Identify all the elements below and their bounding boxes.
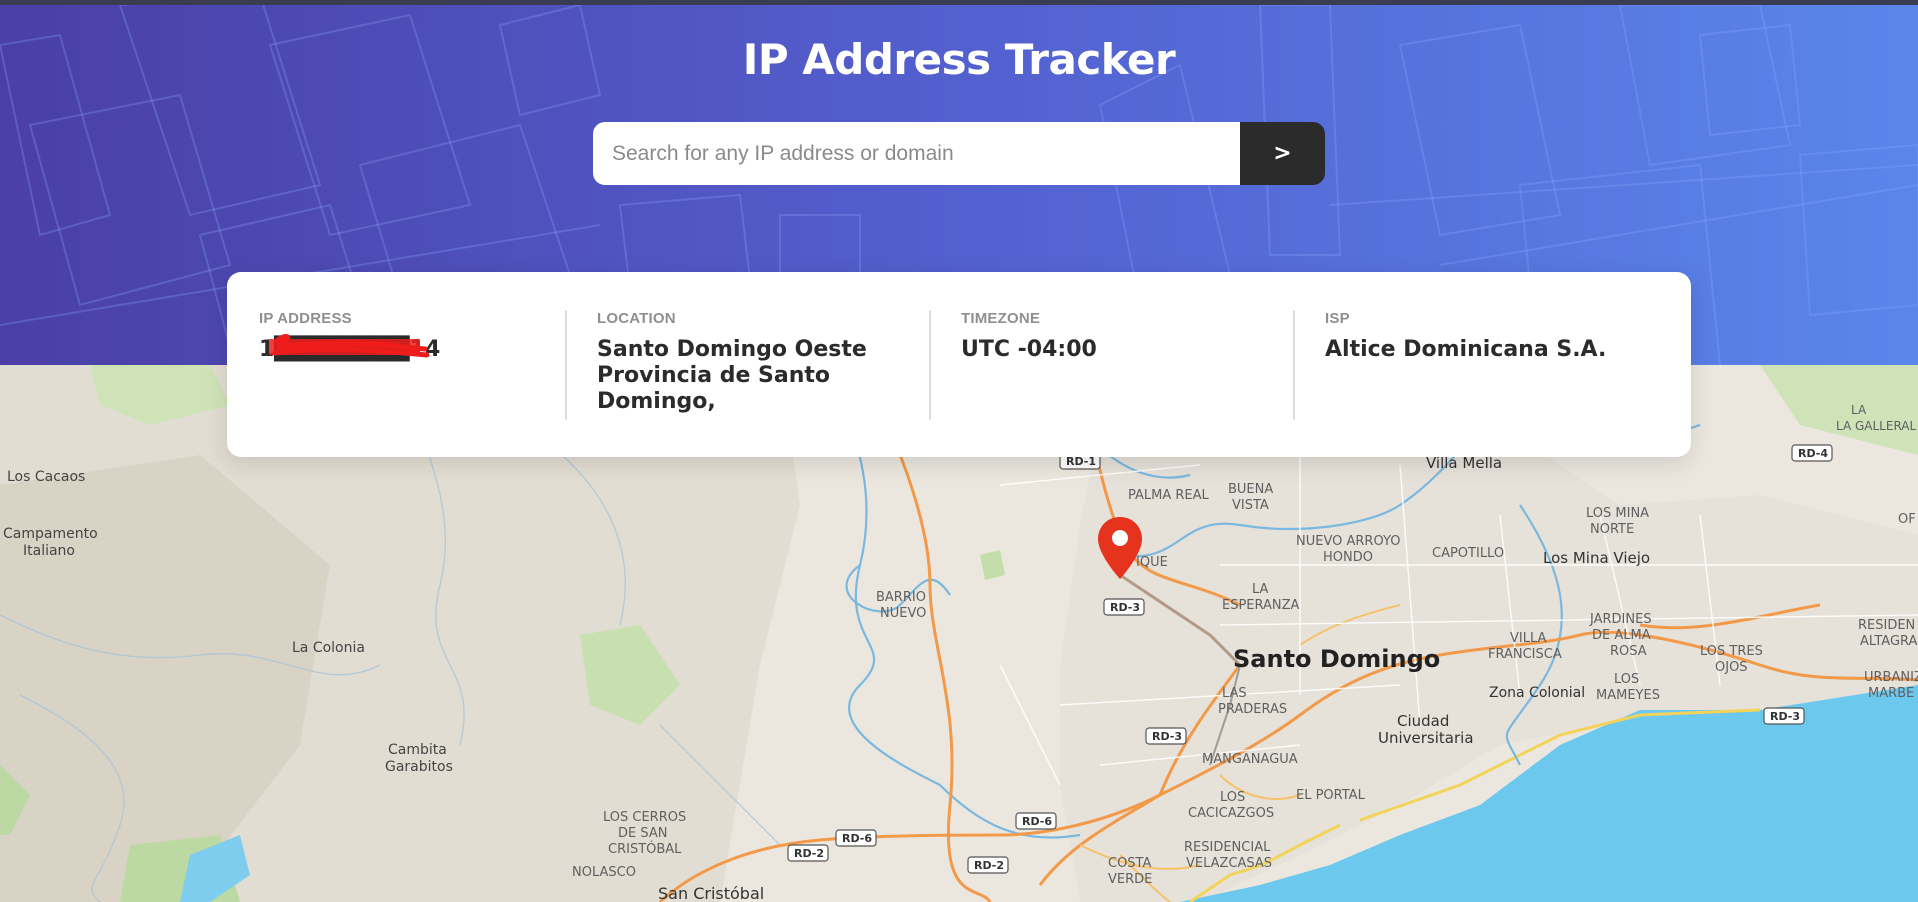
map-label-la-colonia: La Colonia (292, 640, 365, 656)
map-label-campamento: Campamento (3, 526, 98, 542)
timezone-section: TIMEZONE UTC -04:00 (929, 310, 1293, 457)
shield-rd6-b: RD-6 (842, 832, 872, 845)
map-label-cacicazgos: CACICAZGOS (1188, 806, 1274, 821)
map-label-palma-real: PALMA REAL (1128, 488, 1210, 503)
map-label-norte: NORTE (1590, 522, 1634, 537)
shield-rd3-a: RD-3 (1110, 601, 1140, 614)
map-label-la: LA (1252, 582, 1269, 597)
map-label-el-portal: EL PORTAL (1296, 788, 1366, 803)
map-label-hondo: HONDO (1323, 550, 1373, 565)
map-label-nuevo-arroyo: NUEVO ARROYO (1296, 534, 1400, 549)
map-label-italiano: Italiano (23, 543, 75, 559)
ip-address-label: IP ADDRESS (259, 310, 352, 327)
location-label: LOCATION (597, 310, 676, 327)
page-title: IP Address Tracker (742, 35, 1176, 84)
map-label-barrio: BARRIO (876, 590, 926, 605)
map-label-velazcasas: VELAZCASAS (1186, 856, 1272, 871)
map-label-universitaria: Universitaria (1378, 729, 1474, 747)
map-label-ojos: OJOS (1715, 660, 1748, 675)
map-label-cristobal: CRISTÓBAL (608, 841, 682, 857)
map-label-mameyes: MAMEYES (1596, 688, 1660, 703)
map-label-cambita: Cambita (388, 742, 447, 758)
map-label-residen: RESIDEN (1858, 618, 1915, 633)
isp-section: ISP Altice Dominicana S.A. (1293, 310, 1691, 457)
timezone-label: TIMEZONE (961, 310, 1041, 327)
map-label-verde: VERDE (1108, 872, 1152, 887)
map-label-los-mina: LOS MINA (1586, 506, 1649, 521)
map-label-residencial: RESIDENCIAL (1184, 840, 1271, 855)
map-label-capotillo: CAPOTILLO (1432, 546, 1504, 561)
shield-rd3-b: RD-3 (1152, 730, 1182, 743)
map-label-buena: BUENA (1228, 482, 1273, 497)
map-label-las: LAS (1222, 686, 1247, 701)
map-label-zona-colonial: Zona Colonial (1489, 685, 1585, 701)
shield-rd2-b: RD-2 (974, 859, 1004, 872)
location-section: LOCATION Santo Domingo Oeste Provincia d… (565, 310, 929, 457)
map-label-jardines: JARDINES (1589, 612, 1652, 627)
map-label-los-tres: LOS TRES (1700, 644, 1763, 659)
ip-info-card: IP ADDRESS 1████████14 LOCATION Santo Do… (227, 272, 1691, 457)
map-label-rosa: ROSA (1610, 644, 1647, 659)
map-label-nuevo: NUEVO (880, 606, 926, 621)
search-bar: > (593, 122, 1325, 185)
map-label-los-cacaos: Los Cacaos (7, 469, 85, 485)
timezone-value: UTC -04:00 (961, 337, 1097, 362)
isp-value: Altice Dominicana S.A. (1325, 337, 1607, 362)
shield-rd3-c: RD-3 (1770, 710, 1800, 723)
shield-rd4: RD-4 (1798, 447, 1828, 460)
map-label-garabitos: Garabitos (385, 759, 453, 775)
location-value: Santo Domingo Oeste Provincia de Santo D… (597, 337, 867, 414)
map-label-ciudad: Ciudad (1397, 712, 1449, 730)
chevron-right-icon: > (1273, 141, 1292, 166)
location-marker-icon[interactable] (1096, 515, 1144, 585)
map-label-marbe: MARBE (1868, 686, 1914, 701)
map-label-esperanza: ESPERANZA (1222, 598, 1300, 613)
ip-address-section: IP ADDRESS 1████████14 (227, 310, 565, 457)
map-label-de-san: DE SAN (618, 826, 667, 841)
map-label-nolasco: NOLASCO (572, 865, 636, 880)
map-label-los-2: LOS (1220, 790, 1245, 805)
map-label-de-alma: DE ALMA (1592, 628, 1651, 643)
map-label-francisca: FRANCISCA (1488, 647, 1562, 662)
ip-address-value: 1████████14 (259, 334, 440, 363)
map-label-la: LA (1851, 403, 1867, 417)
map-label-los: LOS (1614, 672, 1639, 687)
map-label-los-cerros: LOS CERROS (603, 810, 686, 825)
search-input[interactable] (593, 122, 1240, 185)
map-label-of: OF (1898, 512, 1916, 527)
map-label-urbaniz: URBANIZ (1864, 670, 1918, 685)
map-label-manganagua: MANGANAGUA (1202, 752, 1298, 767)
map-label-vista: VISTA (1232, 498, 1269, 513)
map-label-galleral: LA GALLERAL (1836, 419, 1917, 433)
shield-rd6-a: RD-6 (1022, 815, 1052, 828)
isp-label: ISP (1325, 310, 1350, 327)
map-label-praderas: PRADERAS (1218, 702, 1287, 717)
map-label-los-mina-viejo: Los Mina Viejo (1543, 549, 1650, 567)
map-label-villa: VILLA (1510, 631, 1547, 646)
map-label-santo-domingo: Santo Domingo (1233, 645, 1440, 673)
map-label-costa: COSTA (1108, 856, 1151, 871)
redaction-scribble (269, 334, 430, 358)
map-label-san-cristobal: San Cristóbal (658, 884, 764, 902)
shield-rd2-a: RD-2 (794, 847, 824, 860)
map-label-altagra: ALTAGRA (1860, 634, 1918, 649)
search-submit-button[interactable]: > (1240, 122, 1325, 185)
